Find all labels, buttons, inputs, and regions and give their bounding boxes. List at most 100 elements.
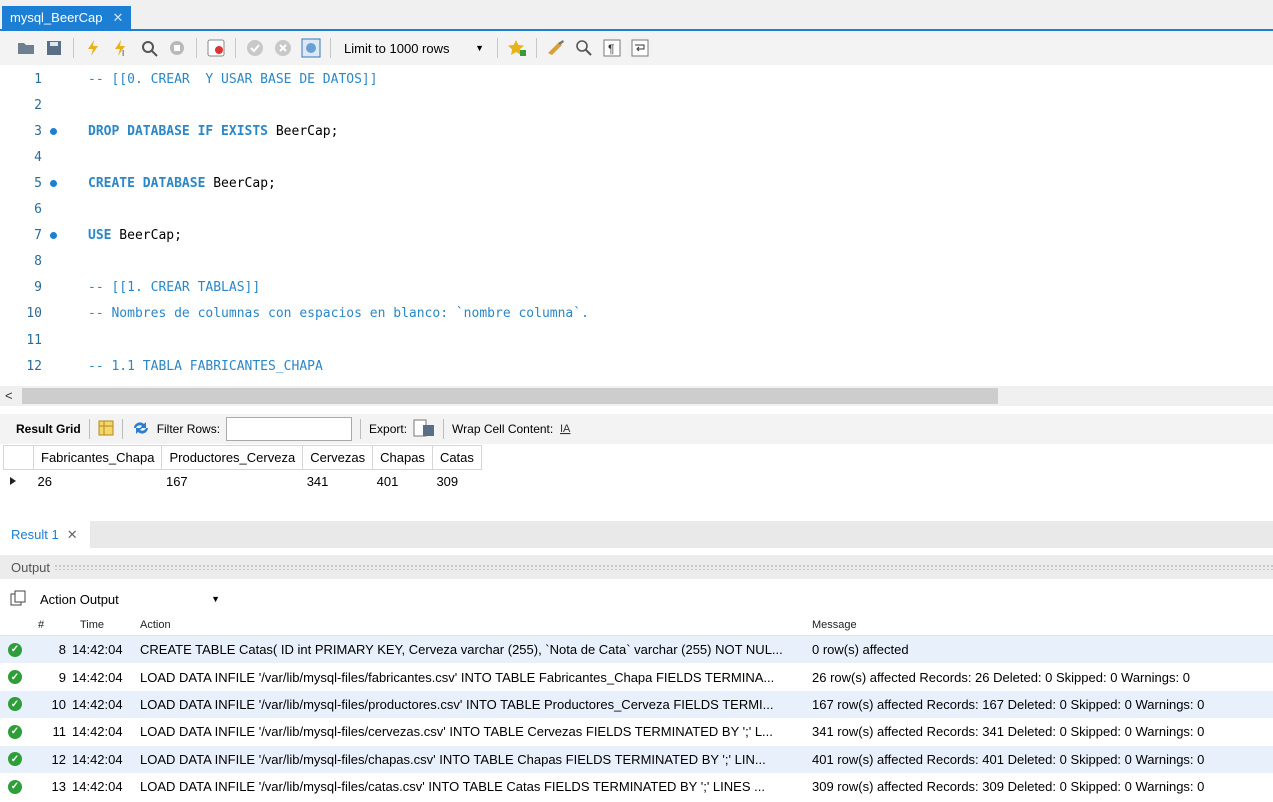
wrap-cell-icon[interactable]: IA — [559, 420, 575, 439]
line-number: 11 — [26, 332, 42, 348]
editor-line[interactable]: 10 -- Nombres de columnas con espacios en… — [0, 301, 1273, 327]
drag-handle[interactable] — [54, 564, 1273, 570]
refresh-icon[interactable] — [131, 420, 151, 439]
grid-cell[interactable]: 26 — [34, 470, 162, 494]
limit-rows-select[interactable]: Limit to 1000 rows ▼ — [338, 37, 490, 59]
editor-line[interactable]: 1 -- [[0. CREAR Y USAR BASE DE DATOS]] — [0, 66, 1273, 92]
line-number: 12 — [26, 358, 42, 374]
execute-lightning-icon[interactable] — [81, 36, 105, 60]
log-row[interactable]: ✓ 10 14:42:04 LOAD DATA INFILE '/var/lib/my… — [0, 690, 1273, 719]
output-panel-header: Output — [0, 555, 1273, 579]
editor-line[interactable]: 4 — [0, 144, 1273, 170]
log-row[interactable]: ✓ 13 14:42:04 LOAD DATA INFILE '/var/lib/my… — [0, 773, 1273, 800]
column-header[interactable]: Fabricantes_Chapa — [32, 445, 163, 470]
toggle-error-icon[interactable] — [204, 36, 228, 60]
log-header: # Time Action Message — [0, 614, 1273, 636]
close-result-tab-icon[interactable]: ✕ — [67, 527, 78, 543]
col-header-time[interactable]: Time — [72, 619, 140, 631]
editor-line[interactable]: 2 — [0, 92, 1273, 118]
log-row[interactable]: ✓ 9 14:42:04 LOAD DATA INFILE '/var/lib/mys… — [0, 663, 1273, 690]
export-label: Export: — [369, 422, 408, 436]
row-header-corner — [3, 445, 34, 470]
find-magnifier-icon[interactable] — [572, 36, 596, 60]
word-wrap-icon[interactable] — [628, 36, 652, 60]
tab-result-1[interactable]: Result 1 ✕ — [0, 521, 90, 548]
log-message: 167 row(s) affected Records: 167 Deleted… — [812, 696, 1205, 712]
editor-line[interactable]: 8 — [0, 249, 1273, 275]
editor-line[interactable]: 3 DROP DATABASE IF EXISTS BeerCap; — [0, 118, 1273, 144]
editor-horizontal-scrollbar[interactable]: < — [0, 386, 1273, 406]
grid-cell[interactable]: 341 — [303, 470, 373, 494]
code-text: CREATE DATABASE BeerCap; — [64, 176, 276, 191]
tab-mysql-beercap[interactable]: mysql_BeerCap ✕ — [2, 6, 132, 29]
limit-rows-value: Limit to 1000 rows — [344, 40, 450, 56]
save-icon[interactable] — [42, 36, 66, 60]
svg-text:I: I — [122, 49, 124, 57]
grid-cell[interactable]: 167 — [162, 470, 303, 494]
commit-icon[interactable] — [243, 36, 267, 60]
result-grid-label[interactable]: Result Grid — [16, 422, 81, 436]
table-row[interactable]: 26 167 341 401 309 — [4, 470, 482, 494]
execute-statement-icon[interactable]: I — [109, 36, 133, 60]
column-header[interactable]: Catas — [431, 445, 482, 470]
scroll-left-icon[interactable]: < — [5, 388, 13, 403]
open-folder-icon[interactable] — [14, 36, 38, 60]
editor-line[interactable]: 6 — [0, 197, 1273, 223]
code-text: DROP DATABASE IF EXISTS BeerCap; — [64, 124, 338, 139]
column-header[interactable]: Cervezas — [302, 445, 374, 470]
column-header[interactable]: Productores_Cerveza — [161, 445, 304, 470]
col-header-num[interactable]: # — [30, 619, 72, 631]
sql-keyword: USE — [88, 228, 112, 244]
close-tab-icon[interactable]: ✕ — [113, 10, 124, 26]
code-text: -- [[1. CREAR TABLAS]] — [88, 280, 261, 296]
success-check-icon: ✓ — [0, 752, 30, 767]
stop-icon[interactable] — [165, 36, 189, 60]
log-message: 26 row(s) affected Records: 26 Deleted: … — [812, 669, 1190, 685]
log-time: 14:42:04 — [72, 642, 123, 658]
scrollbar-thumb[interactable] — [22, 388, 998, 404]
sql-identifier: BeerCap; — [205, 175, 276, 191]
check-icon: ✓ — [8, 670, 22, 685]
filter-rows-label: Filter Rows: — [156, 422, 221, 436]
column-header[interactable]: Chapas — [372, 445, 433, 470]
log-num: 10 — [51, 696, 66, 712]
result-toolbar: Result Grid Filter Rows: Export: Wrap Ce… — [0, 414, 1273, 444]
grid-cell[interactable]: 309 — [432, 470, 481, 494]
log-row[interactable]: ✓ 11 14:42:04 LOAD DATA INFILE '/var/lib/my… — [0, 718, 1273, 745]
check-icon: ✓ — [8, 697, 22, 712]
editor-line[interactable]: 11 — [0, 327, 1273, 353]
output-type-select[interactable]: Action Output ▼ — [36, 588, 224, 610]
line-number: 10 — [26, 306, 42, 322]
col-header-action[interactable]: Action — [140, 619, 812, 631]
add-snippet-star-icon[interactable] — [505, 36, 529, 60]
success-check-icon: ✓ — [0, 779, 30, 794]
grid-view-icon[interactable] — [98, 420, 114, 439]
editor-line[interactable]: 7 USE BeerCap; — [0, 223, 1273, 249]
code-text: -- 1.1 TABLA FABRICANTES_CHAPA — [88, 358, 323, 374]
log-time: 14:42:04 — [72, 779, 123, 795]
editor-line[interactable]: 5 CREATE DATABASE BeerCap; — [0, 170, 1273, 196]
success-check-icon: ✓ — [0, 724, 30, 739]
editor-line[interactable]: 9 -- [[1. CREAR TABLAS]] — [0, 275, 1273, 301]
col-header-message[interactable]: Message — [812, 619, 1273, 631]
autocommit-toggle-icon[interactable] — [299, 36, 323, 60]
log-time: 14:42:04 — [72, 696, 123, 712]
filter-rows-input[interactable] — [226, 417, 353, 441]
line-number: 1 — [34, 71, 42, 87]
beautify-brush-icon[interactable] — [544, 36, 568, 60]
invisible-chars-icon[interactable]: ¶ — [600, 36, 624, 60]
log-message: 309 row(s) affected Records: 309 Deleted… — [812, 779, 1205, 795]
sql-identifier: BeerCap; — [111, 228, 182, 244]
sql-editor[interactable]: 1 -- [[0. CREAR Y USAR BASE DE DATOS]] 2 3 D… — [0, 65, 1273, 385]
rollback-icon[interactable] — [271, 36, 295, 60]
result-tab-label: Result 1 — [11, 527, 59, 542]
copy-icon[interactable] — [10, 590, 26, 609]
editor-line[interactable]: 12 -- 1.1 TABLA FABRICANTES_CHAPA — [0, 353, 1273, 379]
success-check-icon: ✓ — [0, 697, 30, 712]
log-row[interactable]: ✓ 12 14:42:04 LOAD DATA INFILE '/var/lib/my… — [0, 745, 1273, 773]
toolbar-separator — [497, 38, 498, 58]
export-icon[interactable] — [413, 419, 435, 440]
explain-magnifier-icon[interactable] — [137, 36, 161, 60]
grid-cell[interactable]: 401 — [373, 470, 433, 494]
log-row[interactable]: ✓ 8 14:42:04 CREATE TABLE Catas( ID int PRI… — [0, 636, 1273, 664]
